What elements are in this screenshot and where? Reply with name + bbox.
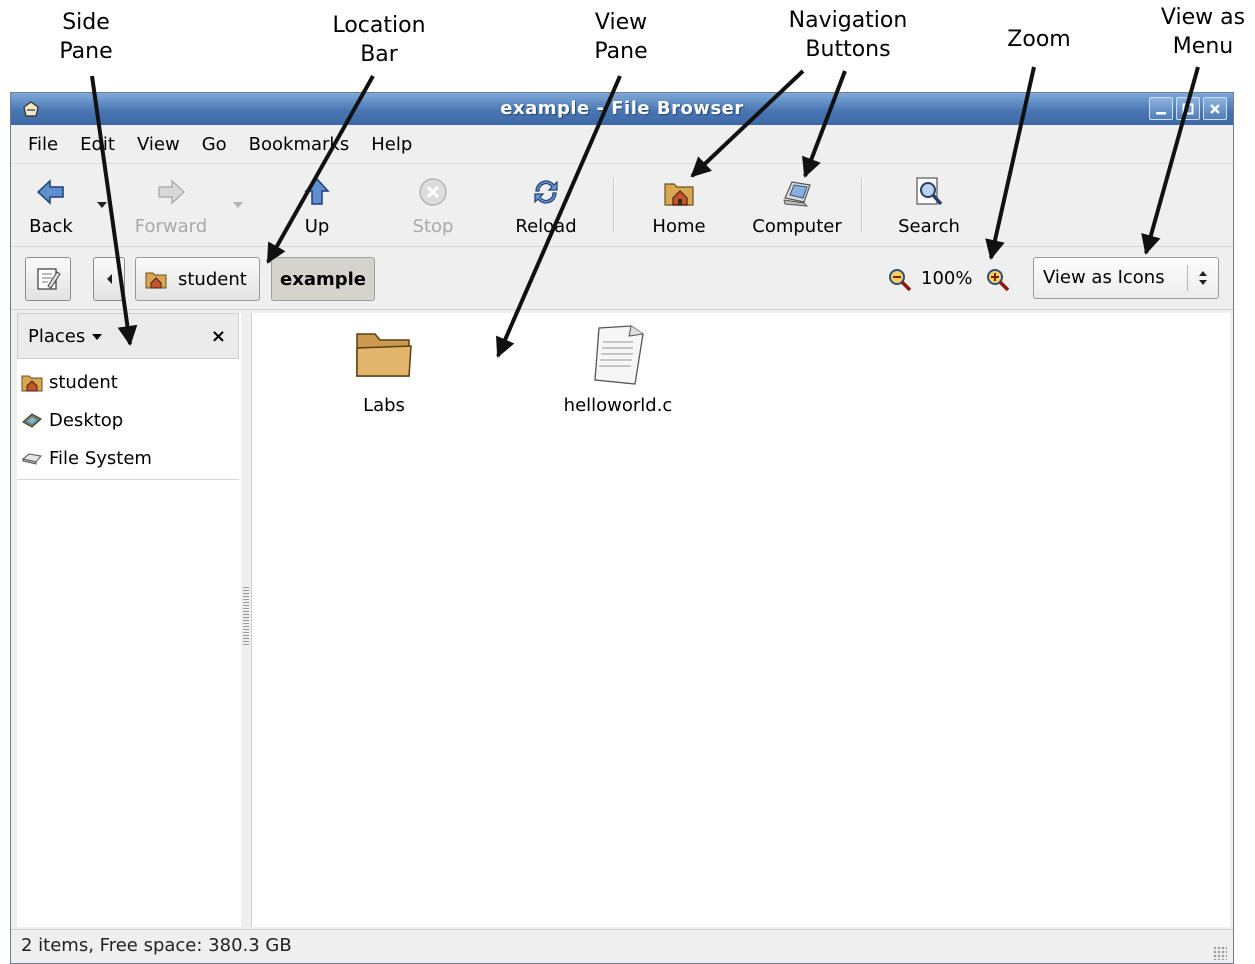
file-item-labs[interactable]: Labs	[304, 323, 464, 416]
sidebar-item-file-system[interactable]: File System	[21, 443, 152, 473]
forward-arrow-icon	[153, 174, 189, 210]
home-button[interactable]: Home	[647, 164, 711, 246]
chevron-left-icon	[107, 274, 112, 284]
folder-icon	[352, 323, 416, 387]
file-item-helloworld[interactable]: helloworld.c	[538, 323, 698, 416]
view-pane[interactable]: Labs helloworld.c	[251, 313, 1230, 927]
toolbar-separator	[613, 178, 615, 232]
dropdown-arrow-icon	[91, 334, 102, 340]
menu-go[interactable]: Go	[191, 134, 238, 155]
menu-bar: File Edit View Go Bookmarks Help	[11, 125, 1233, 164]
places-divider	[17, 479, 239, 480]
menu-view[interactable]: View	[126, 134, 191, 155]
back-arrow-icon	[33, 174, 69, 210]
desktop-icon	[21, 409, 43, 431]
home-folder-icon	[21, 371, 43, 393]
pane-resize-handle[interactable]	[241, 313, 251, 927]
menu-file[interactable]: File	[17, 134, 69, 155]
reload-icon	[528, 174, 564, 210]
stop-icon	[415, 174, 451, 210]
edit-location-icon	[37, 268, 61, 290]
zoom-level[interactable]: 100%	[921, 257, 972, 301]
callout-zoom: Zoom	[1007, 27, 1071, 52]
callout-view-as-menu: View as Menu	[1160, 5, 1246, 59]
places-header: Places ×	[17, 313, 239, 359]
menu-bookmarks[interactable]: Bookmarks	[238, 134, 361, 155]
search-button[interactable]: Search	[891, 164, 967, 246]
breadcrumb-student[interactable]: student	[135, 257, 260, 301]
forward-history-dropdown[interactable]	[233, 202, 243, 208]
maximize-button[interactable]	[1176, 97, 1200, 120]
title-bar[interactable]: example - File Browser	[11, 93, 1233, 125]
breadcrumb-example[interactable]: example	[271, 257, 375, 301]
minimize-icon	[1156, 111, 1166, 114]
zoom-in-button[interactable]	[985, 267, 1011, 293]
toolbar: Back Forward Up Stop Reload Home Compute…	[11, 164, 1233, 247]
grip-icon	[243, 587, 249, 647]
harddisk-icon	[21, 447, 43, 469]
back-history-dropdown[interactable]	[97, 202, 107, 208]
toggle-location-entry-button[interactable]	[25, 257, 71, 301]
zoom-out-button[interactable]	[887, 267, 913, 293]
toolbar-separator	[861, 178, 863, 232]
window-title: example - File Browser	[500, 98, 744, 119]
maximize-icon	[1182, 103, 1194, 114]
callout-navigation-buttons: Navigation Buttons	[788, 8, 908, 62]
status-text: 2 items, Free space: 380.3 GB	[21, 935, 292, 956]
close-side-pane-button[interactable]: ×	[211, 314, 226, 360]
status-bar: 2 items, Free space: 380.3 GB	[11, 929, 1233, 963]
combo-divider	[1187, 265, 1188, 291]
up-arrow-icon	[299, 174, 335, 210]
window-controls	[1149, 97, 1227, 120]
callout-view-pane: View Pane	[594, 10, 648, 64]
menu-edit[interactable]: Edit	[69, 134, 126, 155]
zoom-in-icon	[987, 269, 1010, 292]
sidebar-item-desktop[interactable]: Desktop	[21, 405, 123, 435]
reload-button[interactable]: Reload	[511, 164, 581, 246]
window-resize-grip[interactable]	[1213, 946, 1227, 960]
home-folder-icon	[145, 272, 167, 289]
home-folder-icon	[661, 174, 697, 210]
computer-button[interactable]: Computer	[747, 164, 847, 246]
forward-button[interactable]: Forward	[129, 164, 213, 246]
zoom-out-icon	[889, 269, 912, 292]
back-button[interactable]: Back	[23, 164, 79, 246]
file-browser-window: example - File Browser File Edit View Go…	[10, 92, 1234, 964]
location-bar: student example 100% View as Icons	[11, 247, 1233, 310]
side-pane: Places × student Desktop File System	[17, 313, 242, 927]
up-down-arrows-icon	[1199, 271, 1207, 285]
sidebar-item-student[interactable]: student	[21, 367, 118, 397]
menu-help[interactable]: Help	[360, 134, 423, 155]
stop-button[interactable]: Stop	[407, 164, 459, 246]
places-dropdown[interactable]: Places	[28, 314, 103, 360]
path-scroll-left-button[interactable]	[93, 257, 125, 301]
up-button[interactable]: Up	[297, 164, 337, 246]
text-file-icon	[586, 323, 650, 387]
callout-location-bar: Location Bar	[332, 13, 426, 67]
close-icon	[1210, 103, 1220, 114]
callout-side-pane: Side Pane	[59, 10, 113, 64]
close-button[interactable]	[1203, 97, 1227, 120]
minimize-button[interactable]	[1149, 97, 1173, 120]
computer-icon	[779, 174, 815, 210]
search-icon	[911, 174, 947, 210]
view-as-select[interactable]: View as Icons	[1033, 257, 1219, 299]
